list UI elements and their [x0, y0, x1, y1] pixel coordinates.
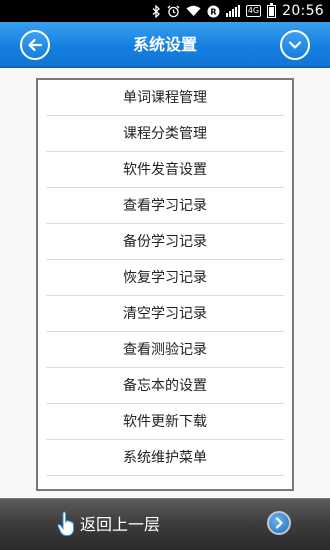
return-button-label[interactable]: 返回上一层: [80, 499, 160, 550]
data-icon: R: [207, 4, 220, 18]
menu-item-memo-settings[interactable]: 备忘本的设置: [46, 368, 284, 404]
menu-item-system-maintenance[interactable]: 系统维护菜单: [46, 440, 284, 476]
menu-item-backup-study-records[interactable]: 备份学习记录: [46, 224, 284, 260]
svg-text:R: R: [210, 7, 216, 16]
settings-menu: 单词课程管理 课程分类管理 软件发音设置 查看学习记录 备份学习记录 恢复学习记…: [36, 78, 294, 491]
menu-item-view-study-records[interactable]: 查看学习记录: [46, 188, 284, 224]
menu-item-software-update[interactable]: 软件更新下载: [46, 404, 284, 440]
dropdown-menu-button[interactable]: [280, 30, 310, 60]
wifi-icon: [186, 4, 201, 18]
chevron-right-icon: [275, 517, 283, 529]
menu-item-pronunciation-settings[interactable]: 软件发音设置: [46, 152, 284, 188]
signal-icon: [225, 5, 240, 17]
bottom-bar[interactable]: 返回上一层: [0, 498, 330, 550]
title-bar: 系统设置: [0, 22, 330, 68]
pointing-hand-icon: [57, 511, 75, 536]
chevron-down-icon: [288, 41, 302, 49]
menu-item-view-test-records[interactable]: 查看测验记录: [46, 332, 284, 368]
menu-item-category-management[interactable]: 课程分类管理: [46, 116, 284, 152]
menu-item-course-management[interactable]: 单词课程管理: [46, 80, 284, 116]
forward-button[interactable]: [267, 511, 291, 535]
clock: 20:56: [282, 3, 324, 19]
alarm-icon: [167, 4, 180, 18]
status-bar: R 4G 20:56: [0, 0, 330, 22]
menu-item-restore-study-records[interactable]: 恢复学习记录: [46, 260, 284, 296]
network-badge: 4G: [245, 5, 262, 17]
bluetooth-icon: [152, 4, 161, 18]
menu-item-clear-study-records[interactable]: 清空学习记录: [46, 296, 284, 332]
battery-icon: [267, 2, 277, 18]
content-area: 单词课程管理 课程分类管理 软件发音设置 查看学习记录 备份学习记录 恢复学习记…: [0, 68, 330, 498]
